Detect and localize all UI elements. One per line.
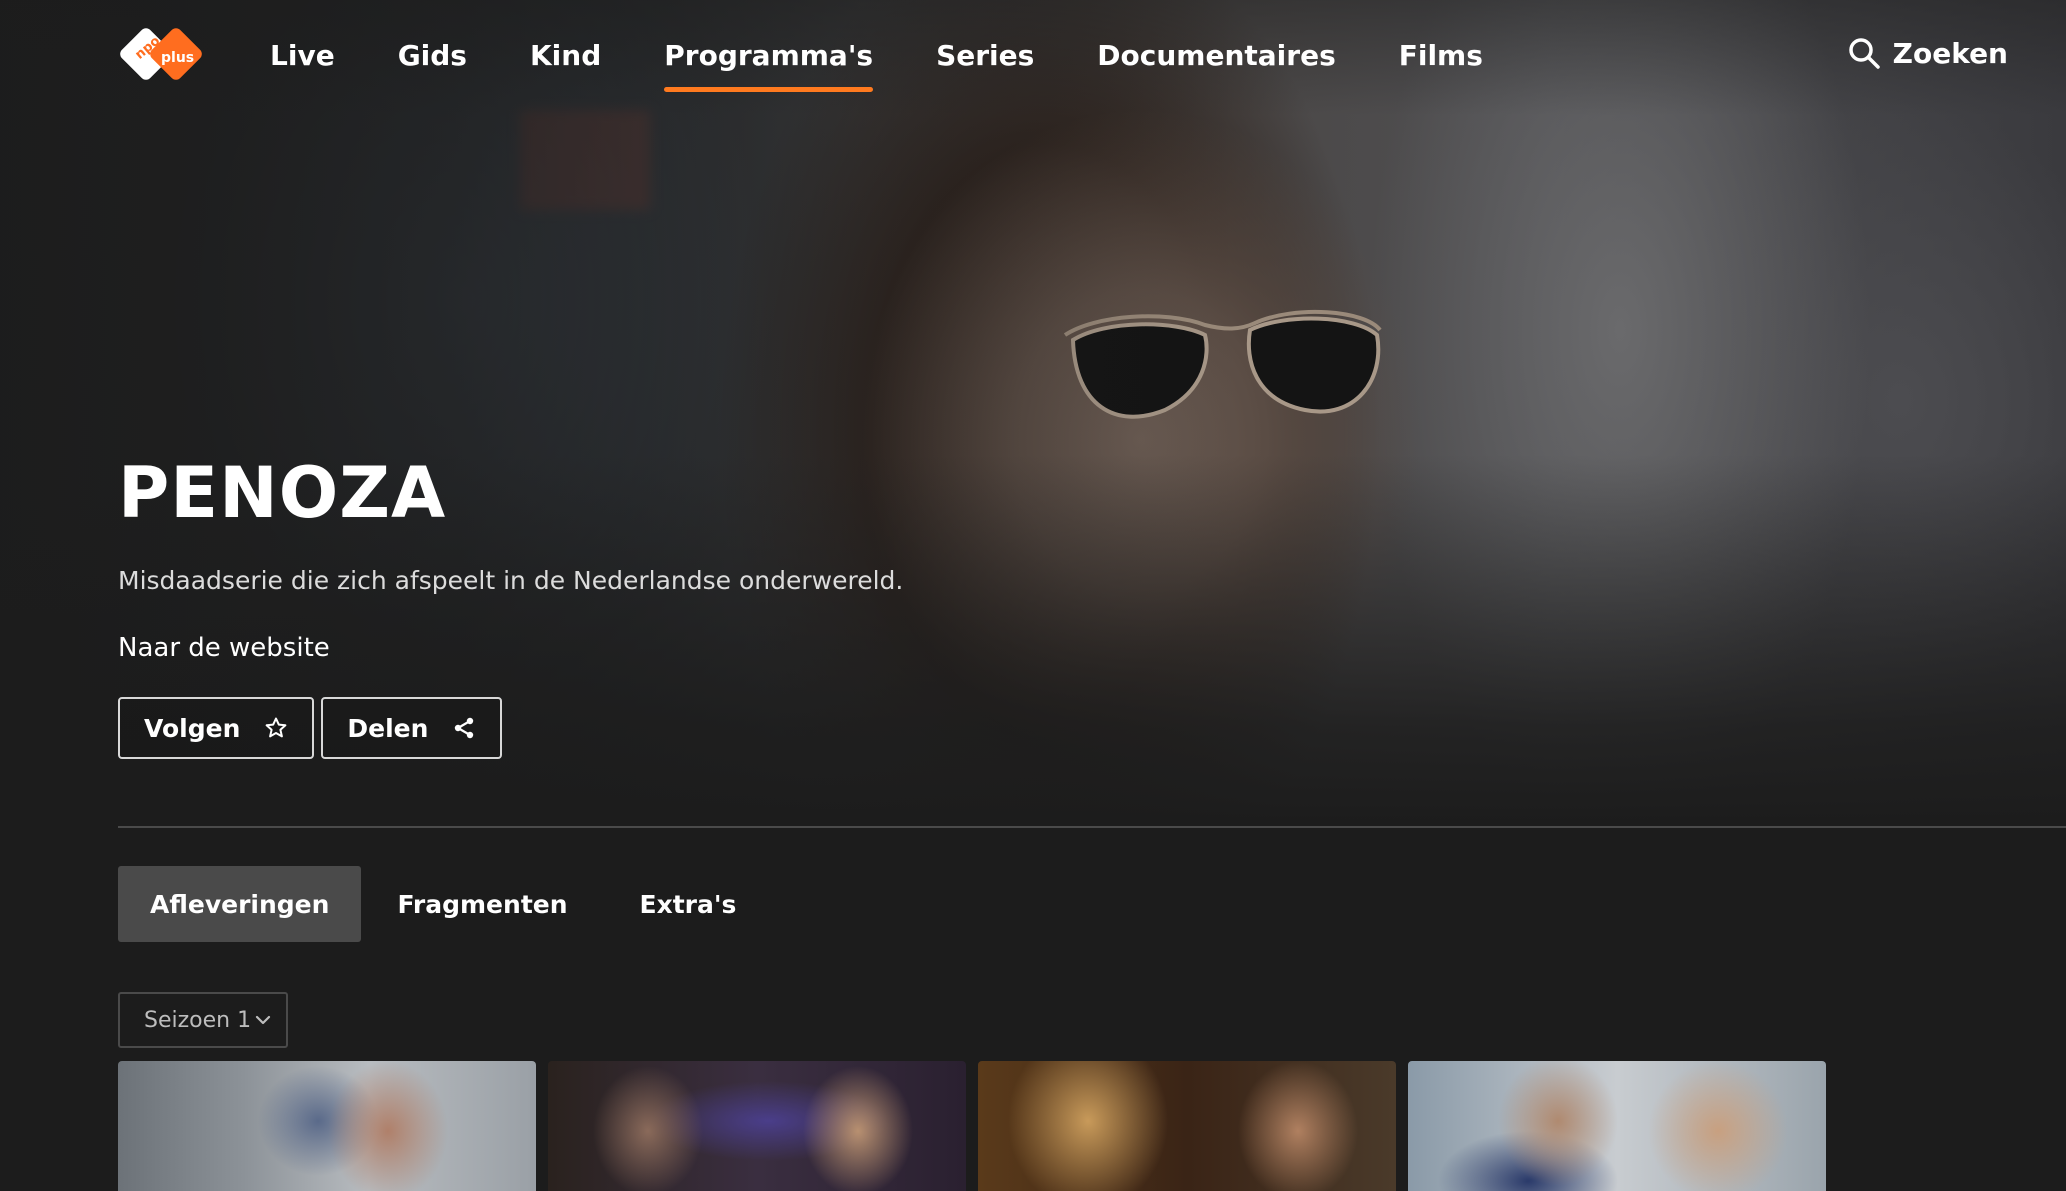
follow-button[interactable]: Volgen	[118, 697, 315, 759]
svg-text:plus: plus	[161, 50, 194, 66]
nav-item-gids[interactable]: Gids	[398, 34, 467, 82]
episode-thumbnail[interactable]	[978, 1061, 1396, 1191]
episode-thumbnail[interactable]	[548, 1061, 966, 1191]
search-icon	[1848, 38, 1880, 69]
season-selected-label: Seizoen 1	[144, 1007, 252, 1033]
nav-item-live[interactable]: Live	[270, 34, 335, 82]
tab-extras[interactable]: Extra's	[604, 866, 773, 942]
season-dropdown[interactable]: Seizoen 1	[118, 992, 288, 1048]
npo-plus-logo[interactable]: npo plus	[116, 24, 208, 88]
chevron-down-icon	[255, 1015, 271, 1025]
follow-label: Volgen	[144, 713, 241, 743]
search-label: Zoeken	[1892, 36, 2008, 70]
nav-item-films[interactable]: Films	[1399, 34, 1483, 82]
nav-item-series[interactable]: Series	[936, 34, 1034, 82]
tab-afleveringen[interactable]: Afleveringen	[118, 866, 362, 942]
main-nav: Live Gids Kind Programma's Series Docume…	[270, 34, 1546, 92]
search-button[interactable]: Zoeken	[1847, 36, 2008, 70]
website-link[interactable]: Naar de website	[118, 633, 330, 663]
star-outline-icon	[265, 717, 287, 738]
action-buttons: Volgen Delen	[118, 697, 503, 759]
share-label: Delen	[347, 713, 429, 743]
content-tabs: Afleveringen Fragmenten Extra's	[118, 866, 772, 942]
program-title: PENOZA	[118, 452, 447, 534]
share-button[interactable]: Delen	[321, 697, 503, 759]
nav-item-kind[interactable]: Kind	[530, 34, 601, 82]
episode-list	[118, 1061, 1826, 1191]
episode-thumbnail[interactable]	[118, 1061, 536, 1191]
top-navigation-bar: npo plus Live Gids Kind Programma's Seri…	[0, 0, 2066, 110]
program-description: Misdaadserie die zich afspeelt in de Ned…	[118, 566, 904, 595]
nav-item-programmas[interactable]: Programma's	[664, 34, 873, 92]
episode-thumbnail[interactable]	[1408, 1061, 1826, 1191]
nav-item-documentaires[interactable]: Documentaires	[1097, 34, 1335, 82]
tab-fragmenten[interactable]: Fragmenten	[361, 866, 603, 942]
section-divider	[118, 826, 2066, 828]
share-icon	[455, 717, 474, 739]
